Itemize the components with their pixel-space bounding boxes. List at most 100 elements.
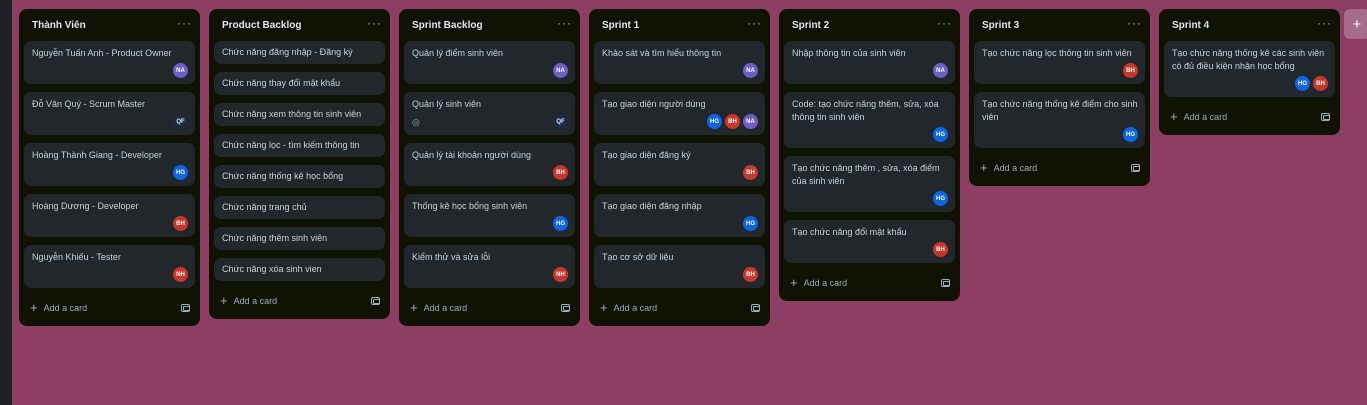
card[interactable]: Đỗ Văn Quý - Scrum Master QF xyxy=(24,92,195,135)
list-menu-icon[interactable]: ··· xyxy=(937,17,952,32)
list-6: Sprint 4 ··· Tạo chức năng thống kê các si… xyxy=(1159,9,1340,135)
card[interactable]: Tạo chức năng đổi mật khẩu BH xyxy=(784,220,955,263)
add-card-row: + Add a card xyxy=(779,271,960,295)
card[interactable]: Tạo giao diện đăng ký BH xyxy=(594,143,765,186)
card-template-icon[interactable] xyxy=(561,304,570,312)
avatar[interactable]: NA xyxy=(173,63,188,78)
avatar[interactable]: BH xyxy=(1123,63,1138,78)
list-menu-icon[interactable]: ··· xyxy=(557,17,572,32)
card[interactable]: Chức năng xóa sinh vien xyxy=(214,258,385,281)
plus-icon: + xyxy=(1170,109,1178,124)
card[interactable]: Chức năng xem thông tin sinh viên xyxy=(214,103,385,126)
avatar[interactable]: BH xyxy=(743,165,758,180)
card[interactable]: Nhập thông tin của sinh viên NA xyxy=(784,41,955,84)
card[interactable]: Tạo chức năng thống kê các sinh viên có … xyxy=(1164,41,1335,97)
avatar[interactable]: HG xyxy=(933,127,948,142)
card[interactable]: Nguyễn Khiếu - Tester NH xyxy=(24,245,195,288)
avatar[interactable]: NA xyxy=(553,63,568,78)
card-members: NA xyxy=(743,63,758,78)
list-menu-icon[interactable]: ··· xyxy=(1317,17,1332,32)
add-card-button[interactable]: + Add a card xyxy=(790,276,847,289)
card[interactable]: Hoàng Dương - Developer BH xyxy=(24,194,195,237)
list-title[interactable]: Sprint 3 xyxy=(982,20,1019,31)
card[interactable]: Chức năng trang chủ xyxy=(214,196,385,219)
avatar[interactable]: BH xyxy=(553,165,568,180)
avatar[interactable]: BH xyxy=(725,114,740,129)
avatar[interactable]: NA xyxy=(933,63,948,78)
add-card-button[interactable]: + Add a card xyxy=(980,161,1037,174)
avatar[interactable]: NA xyxy=(743,63,758,78)
list-title[interactable]: Sprint 2 xyxy=(792,20,829,31)
card-title: Hoàng Dương - Developer xyxy=(32,201,139,211)
card-template-icon[interactable] xyxy=(1321,113,1330,121)
list-menu-icon[interactable]: ··· xyxy=(747,17,762,32)
card-footer: NA xyxy=(412,63,568,78)
card[interactable]: Quản lý điểm sinh viên NA xyxy=(404,41,575,84)
avatar[interactable]: NH xyxy=(173,267,188,282)
avatar[interactable]: BH xyxy=(173,216,188,231)
list-header: Sprint 1 ··· xyxy=(589,9,770,41)
card-template-icon[interactable] xyxy=(371,297,380,305)
avatar[interactable]: NA xyxy=(743,114,758,129)
avatar[interactable]: BH xyxy=(1313,76,1328,91)
card[interactable]: Tạo chức năng thống kê điểm cho sinh viê… xyxy=(974,92,1145,148)
card[interactable]: Kiểm thử và sửa lỗi NH xyxy=(404,245,575,288)
list-3: Sprint 1 ··· Khảo sát và tìm hiểu thông ti… xyxy=(589,9,770,326)
card-members: BH xyxy=(743,267,758,282)
card-members: NH xyxy=(173,267,188,282)
card-title: Chức năng lọc - tìm kiếm thông tin xyxy=(222,140,360,150)
card-title: Khảo sát và tìm hiểu thông tin xyxy=(602,48,722,58)
list-header: Sprint Backlog ··· xyxy=(399,9,580,41)
avatar[interactable]: NH xyxy=(553,267,568,282)
card-template-icon[interactable] xyxy=(751,304,760,312)
card[interactable]: Chức năng thêm sinh viên xyxy=(214,227,385,250)
add-card-button[interactable]: + Add a card xyxy=(30,301,87,314)
add-card-button[interactable]: + Add a card xyxy=(220,294,277,307)
card[interactable]: Tạo giao diện người dùng HG BH NA xyxy=(594,92,765,135)
avatar[interactable]: HG xyxy=(173,165,188,180)
add-card-button[interactable]: + Add a card xyxy=(1170,109,1227,124)
list-title[interactable]: Sprint 1 xyxy=(602,20,639,31)
list-menu-icon[interactable]: ··· xyxy=(1127,17,1142,32)
avatar[interactable]: QF xyxy=(553,114,568,129)
list-menu-icon[interactable]: ··· xyxy=(177,17,192,32)
avatar[interactable]: QF xyxy=(173,114,188,129)
add-card-button[interactable]: + Add a card xyxy=(600,301,657,314)
card[interactable]: Code: tạo chức năng thêm, sửa, xóa thông… xyxy=(784,92,955,148)
card[interactable]: Thống kê học bổng sinh viên HG xyxy=(404,194,575,237)
card[interactable]: Quản lý tài khoản người dùng BH xyxy=(404,143,575,186)
card-template-icon[interactable] xyxy=(941,279,950,287)
avatar[interactable]: HG xyxy=(707,114,722,129)
add-list-button[interactable]: + xyxy=(1344,9,1367,39)
card[interactable]: Tạo giao diện đăng nhập HG xyxy=(594,194,765,237)
card[interactable]: Chức năng thống kê học bổng xyxy=(214,165,385,188)
card[interactable]: Nguyễn Tuấn Anh - Product Owner NA xyxy=(24,41,195,84)
avatar[interactable]: BH xyxy=(933,242,948,257)
card-title: Tạo chức năng thêm , sửa, xóa điểm của s… xyxy=(792,163,940,186)
card[interactable]: Tạo chức năng thêm , sửa, xóa điểm của s… xyxy=(784,156,955,212)
card-template-icon[interactable] xyxy=(1131,164,1140,172)
avatar[interactable]: HG xyxy=(1123,127,1138,142)
avatar[interactable]: HG xyxy=(553,216,568,231)
card-footer: ◎ QF xyxy=(412,114,568,129)
avatar[interactable]: HG xyxy=(933,191,948,206)
card[interactable]: Chức năng lọc - tìm kiếm thông tin xyxy=(214,134,385,157)
card[interactable]: Chức năng thay đổi mật khẩu xyxy=(214,72,385,95)
add-card-button[interactable]: + Add a card xyxy=(410,301,467,314)
avatar[interactable]: HG xyxy=(743,216,758,231)
avatar[interactable]: HG xyxy=(1295,76,1310,91)
avatar[interactable]: BH xyxy=(743,267,758,282)
card[interactable]: Hoàng Thành Giang - Developer HG xyxy=(24,143,195,186)
list-title[interactable]: Thành Viên xyxy=(32,20,86,31)
card[interactable]: Tạo cơ sở dữ liệu BH xyxy=(594,245,765,288)
list-title[interactable]: Product Backlog xyxy=(222,20,301,31)
card[interactable]: Quản lý sinh viên ◎ QF xyxy=(404,92,575,135)
card-members: BH xyxy=(553,165,568,180)
list-menu-icon[interactable]: ··· xyxy=(367,17,382,32)
card-template-icon[interactable] xyxy=(181,304,190,312)
list-title[interactable]: Sprint 4 xyxy=(1172,20,1209,31)
card[interactable]: Khảo sát và tìm hiểu thông tin NA xyxy=(594,41,765,84)
list-title[interactable]: Sprint Backlog xyxy=(412,20,483,31)
card[interactable]: Chức năng đăng nhập - Đăng ký xyxy=(214,41,385,64)
card[interactable]: Tạo chức năng lọc thông tin sinh viên BH xyxy=(974,41,1145,84)
